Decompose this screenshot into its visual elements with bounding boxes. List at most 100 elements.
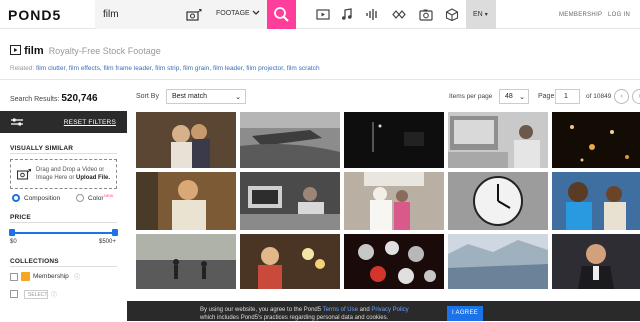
next-page-button[interactable]: ›: [632, 89, 640, 104]
video-icon[interactable]: [316, 8, 330, 21]
cookie-text-part: By using our website, you agree to the P…: [200, 307, 323, 313]
video-thumbnail[interactable]: [136, 234, 236, 289]
upload-image-icon: [17, 169, 31, 180]
price-min-handle[interactable]: [9, 229, 15, 236]
divider: [0, 79, 640, 80]
info-icon[interactable]: ⓘ: [74, 272, 80, 281]
select-badge: SELECT: [24, 290, 48, 299]
video-thumbnail[interactable]: [448, 234, 548, 289]
chevron-left-icon: ‹: [620, 93, 623, 100]
info-icon[interactable]: ⓘ: [51, 290, 57, 299]
items-per-page-value: 48: [505, 93, 513, 100]
results-count: Search Results: 520,746: [10, 93, 98, 104]
filter-sliders-icon[interactable]: [10, 117, 24, 127]
previous-page-button[interactable]: ‹: [614, 89, 629, 104]
related-link[interactable]: film clutter,: [36, 65, 67, 72]
photo-icon[interactable]: [419, 8, 433, 21]
divider: [10, 222, 117, 223]
search-box: film FOOTAGE: [95, 0, 267, 29]
video-thumbnail[interactable]: [552, 234, 640, 289]
results-label: Search Results:: [10, 96, 60, 103]
video-thumbnail[interactable]: [136, 172, 236, 230]
after-effects-icon[interactable]: [392, 8, 406, 21]
cookie-banner: By using our website, you agree to the P…: [127, 301, 640, 321]
related-link[interactable]: film projector,: [246, 65, 285, 72]
page-input[interactable]: 1: [555, 89, 580, 104]
video-thumbnail[interactable]: [240, 234, 340, 289]
price-slider-track[interactable]: [12, 232, 115, 234]
select-checkbox[interactable]: [10, 290, 18, 298]
related-searches: Related: film clutter, film effects, fil…: [10, 65, 320, 72]
items-per-page-select[interactable]: 48 ⌄: [499, 89, 529, 104]
filters-header: RESET FILTERS: [0, 111, 127, 133]
visual-search-dropzone[interactable]: Drag and Drop a Video or Image Here or U…: [10, 159, 117, 189]
language-label: EN: [473, 11, 483, 18]
video-thumbnail[interactable]: [136, 112, 236, 168]
membership-icon: [21, 272, 30, 281]
chevron-down-icon: ▾: [484, 12, 488, 18]
video-thumbnail[interactable]: [552, 112, 640, 168]
price-max-handle[interactable]: [112, 229, 118, 236]
chevron-down-icon[interactable]: [252, 9, 260, 18]
login-link[interactable]: LOG IN: [608, 12, 630, 18]
media-type-select[interactable]: FOOTAGE: [216, 10, 250, 17]
color-label: Color: [88, 195, 104, 202]
membership-label: Membership: [33, 273, 69, 280]
reset-filters-link[interactable]: RESET FILTERS: [64, 119, 116, 126]
cookie-text-part: and: [357, 307, 372, 313]
language-select[interactable]: EN ▾: [466, 0, 496, 29]
new-badge: NEW: [104, 193, 114, 198]
price-max-label: $500+: [99, 239, 116, 245]
results-number: 520,746: [61, 93, 98, 104]
page-total: of 10849: [586, 93, 612, 100]
dropzone-line1: Drag and Drop a Video or: [36, 167, 105, 173]
search-button[interactable]: [267, 0, 296, 29]
related-link[interactable]: film scratch: [287, 65, 320, 72]
sound-effects-icon[interactable]: [365, 8, 379, 21]
video-thumbnail[interactable]: [344, 172, 444, 230]
agree-button[interactable]: I AGREE: [447, 306, 483, 321]
video-thumbnail[interactable]: [240, 172, 340, 230]
privacy-policy-link[interactable]: Privacy Policy: [371, 307, 408, 313]
video-thumbnail[interactable]: [552, 172, 640, 230]
video-thumbnail[interactable]: [240, 112, 340, 168]
video-thumbnail[interactable]: [344, 234, 444, 289]
related-link[interactable]: film leader,: [213, 65, 244, 72]
3d-icon[interactable]: [445, 8, 459, 22]
video-thumbnail[interactable]: [448, 172, 548, 230]
composition-radio[interactable]: [12, 194, 20, 202]
related-link[interactable]: film strip,: [155, 65, 181, 72]
filters-sidebar: RESET FILTERS VISUALLY SIMILAR Drag and …: [0, 111, 127, 321]
video-thumbnail[interactable]: [448, 112, 548, 168]
membership-checkbox[interactable]: [10, 273, 18, 281]
chevron-down-icon: ⌄: [519, 94, 525, 101]
page-subtitle: Royalty-Free Stock Footage: [48, 46, 161, 56]
music-icon[interactable]: [340, 8, 354, 21]
cookie-text-line2: which includes Pond5's practices regardi…: [200, 315, 389, 321]
video-icon: [10, 45, 21, 55]
pond5-logo[interactable]: POND5: [8, 7, 61, 23]
visually-similar-heading: VISUALLY SIMILAR: [10, 145, 74, 152]
page-title: film Royalty-Free Stock Footage: [10, 45, 161, 57]
color-radio[interactable]: [76, 194, 84, 202]
visual-search-icon[interactable]: [186, 8, 202, 26]
sort-value: Best match: [172, 93, 208, 100]
page-label: Page: [538, 93, 555, 100]
search-term-title: film: [24, 45, 44, 57]
divider: [10, 153, 117, 154]
terms-of-use-link[interactable]: Terms of Use: [323, 307, 358, 313]
collections-heading: COLLECTIONS: [10, 258, 59, 265]
composition-label: Composition: [24, 195, 61, 202]
price-min-label: $0: [10, 239, 17, 245]
dropzone-line2: Image Here or: [36, 175, 77, 181]
related-link[interactable]: film effects,: [69, 65, 102, 72]
related-link[interactable]: film frame leader,: [103, 65, 153, 72]
related-label: Related:: [10, 65, 35, 72]
upload-file-link[interactable]: Upload File.: [76, 175, 110, 181]
video-thumbnail[interactable]: [344, 112, 444, 168]
related-link[interactable]: film grain,: [183, 65, 211, 72]
search-input[interactable]: film: [103, 9, 119, 20]
sort-select[interactable]: Best match ⌄: [166, 89, 246, 104]
top-navigation-bar: POND5 film FOOTAGE EN ▾ MEMBERSHIP LOG I…: [0, 0, 640, 29]
membership-link[interactable]: MEMBERSHIP: [559, 12, 602, 18]
